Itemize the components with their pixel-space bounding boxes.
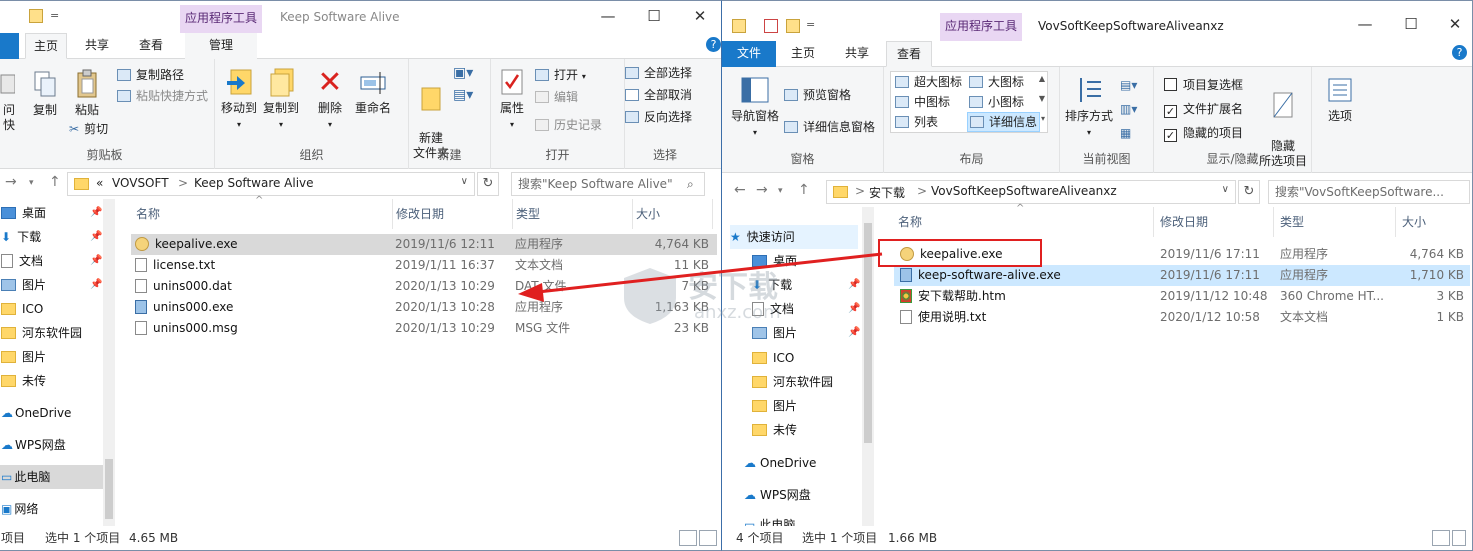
arrow-head bbox=[518, 283, 544, 302]
arrow-line bbox=[537, 252, 883, 294]
annotation-arrow bbox=[518, 252, 883, 302]
